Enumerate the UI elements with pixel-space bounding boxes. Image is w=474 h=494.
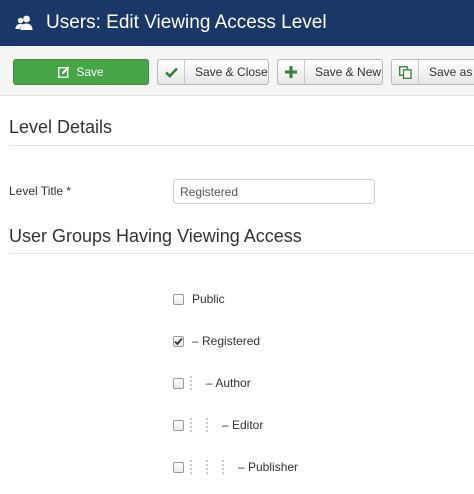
save-close-button[interactable]: Save & Close	[157, 59, 269, 85]
save-copy-label: Save as Copy	[429, 65, 474, 79]
level-title-label: Level Title *	[9, 184, 72, 198]
save-new-label: Save & New	[315, 65, 382, 79]
indent-guides	[190, 376, 206, 390]
user-groups-heading: User Groups Having Viewing Access	[9, 226, 302, 246]
level-details-heading: Level Details	[9, 117, 113, 137]
page-title: Users: Edit Viewing Access Level	[46, 12, 327, 33]
save-copy-button[interactable]: Save as Copy	[391, 59, 474, 85]
divider	[9, 253, 474, 254]
group-row-registered: – Registered	[173, 333, 260, 349]
edit-icon	[58, 60, 70, 84]
group-label-author: – Author	[206, 376, 251, 390]
page-header: Users: Edit Viewing Access Level	[0, 0, 474, 46]
copy-icon	[392, 60, 419, 84]
group-label-public: Public	[192, 292, 225, 306]
group-checkbox-public[interactable]	[173, 293, 184, 305]
indent-guides	[190, 418, 222, 432]
divider	[9, 145, 474, 146]
level-title-input[interactable]	[173, 179, 375, 204]
save-new-button[interactable]: Save & New	[277, 59, 383, 85]
checkmark-icon	[158, 60, 185, 84]
group-label-editor: – Editor	[222, 418, 264, 432]
group-label-registered: – Registered	[192, 334, 261, 348]
group-row-public: Public	[173, 291, 225, 307]
group-checkbox-publisher[interactable]	[173, 461, 184, 473]
users-icon	[14, 13, 34, 33]
save-close-label: Save & Close	[195, 65, 268, 79]
group-checkbox-author[interactable]	[173, 377, 184, 389]
group-row-publisher: – Publisher	[173, 459, 298, 475]
plus-icon	[278, 60, 305, 84]
toolbar: Save Save & Close Save & New Save as Cop…	[0, 46, 474, 96]
group-checkbox-editor[interactable]	[173, 419, 184, 431]
checkmark-icon	[174, 337, 183, 345]
group-checkbox-registered[interactable]	[173, 335, 184, 347]
group-row-author: – Author	[173, 375, 251, 391]
save-button[interactable]: Save	[13, 59, 149, 85]
group-row-editor: – Editor	[173, 417, 263, 433]
indent-guides	[190, 460, 238, 474]
save-button-label: Save	[76, 65, 104, 79]
group-label-publisher: – Publisher	[238, 460, 299, 474]
